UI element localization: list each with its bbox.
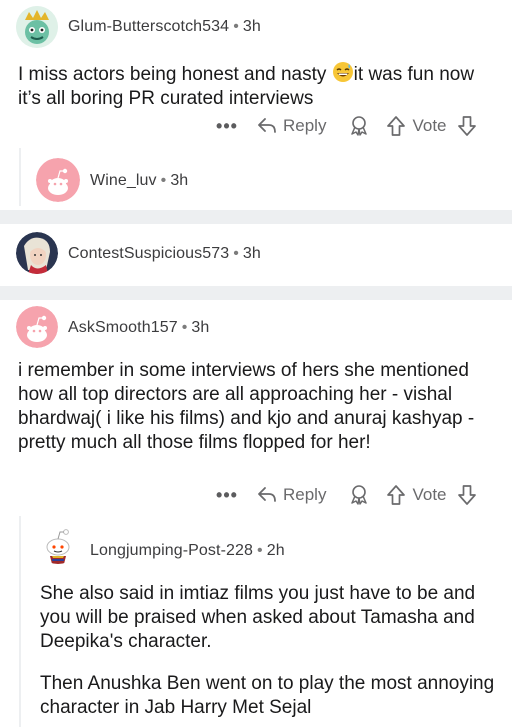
comment-actions: ••• Reply Vote: [207, 482, 477, 508]
comment-meta: AskSmooth157 • 3h: [68, 319, 209, 337]
upvote-button[interactable]: Vote: [386, 484, 447, 506]
comment-meta: ContestSuspicious573 • 3h: [68, 245, 261, 263]
upvote-button[interactable]: Vote: [386, 115, 447, 137]
timestamp: 3h: [170, 172, 189, 189]
award-button[interactable]: [348, 115, 370, 137]
user-avatar[interactable]: [36, 158, 80, 202]
reply-label: Reply: [283, 485, 327, 504]
upvote-icon: [387, 485, 406, 505]
downvote-icon: [457, 116, 476, 136]
user-avatar[interactable]: [16, 6, 58, 48]
award-icon: [351, 116, 368, 136]
downvote-button[interactable]: [457, 484, 477, 506]
comment-meta: Longjumping-Post-228 • 2h: [90, 542, 285, 560]
username[interactable]: ContestSuspicious573: [68, 245, 229, 262]
user-avatar[interactable]: [16, 306, 58, 348]
timestamp: 3h: [242, 245, 261, 262]
timestamp: 3h: [191, 319, 210, 336]
timestamp: 3h: [242, 18, 261, 35]
award-button[interactable]: [348, 484, 370, 506]
comment-asksmooth: AskSmooth157 • 3h i remember in some inter…: [0, 300, 512, 727]
award-icon: [351, 485, 368, 505]
upvote-icon: [387, 116, 406, 136]
username[interactable]: Wine_luv: [90, 172, 157, 189]
comment-body: I miss actors being honest and nasty it …: [18, 61, 488, 111]
separator: •: [233, 18, 239, 35]
more-options-button[interactable]: •••: [207, 485, 247, 506]
comment-glum: Glum-Butterscotch534 • 3h I miss actors be…: [0, 0, 512, 210]
reply-button[interactable]: Reply: [257, 485, 326, 505]
downvote-button[interactable]: [457, 115, 477, 137]
vote-label: Vote: [412, 485, 447, 504]
separator: •: [233, 245, 239, 262]
separator: •: [160, 172, 167, 189]
grinning-sweat-emoji: [332, 61, 354, 83]
user-avatar[interactable]: [16, 232, 58, 274]
separator: •: [181, 319, 188, 336]
reply-icon: [258, 118, 276, 133]
comment-meta: Wine_luv • 3h: [90, 172, 188, 190]
comment-contest: ContestSuspicious573 • 3h: [0, 224, 512, 286]
comment-text: I miss actors being honest and nasty: [18, 64, 332, 85]
comment-text: She also said in imtiaz films you just h…: [40, 583, 476, 652]
comment-actions: ••• Reply Vote: [207, 113, 477, 139]
vote-label: Vote: [412, 116, 447, 135]
reply-icon: [258, 487, 276, 502]
reply-button[interactable]: Reply: [257, 116, 326, 136]
username[interactable]: Longjumping-Post-228: [90, 542, 253, 559]
more-options-button[interactable]: •••: [207, 116, 247, 137]
timestamp: 2h: [266, 542, 285, 559]
thread-line[interactable]: [19, 148, 21, 206]
username[interactable]: AskSmooth157: [68, 319, 178, 336]
user-avatar[interactable]: [36, 520, 80, 564]
downvote-icon: [457, 485, 476, 505]
section-divider: [0, 286, 512, 300]
thread-line[interactable]: [19, 516, 21, 727]
comment-text: Then Anushka Ben went on to play the mos…: [40, 673, 495, 718]
username[interactable]: Glum-Butterscotch534: [68, 18, 229, 35]
comment-text: i remember in some interviews of hers sh…: [18, 360, 475, 453]
section-divider: [0, 210, 512, 224]
reply-label: Reply: [283, 116, 327, 135]
comment-meta: Glum-Butterscotch534 • 3h: [68, 18, 261, 36]
separator: •: [257, 542, 263, 559]
